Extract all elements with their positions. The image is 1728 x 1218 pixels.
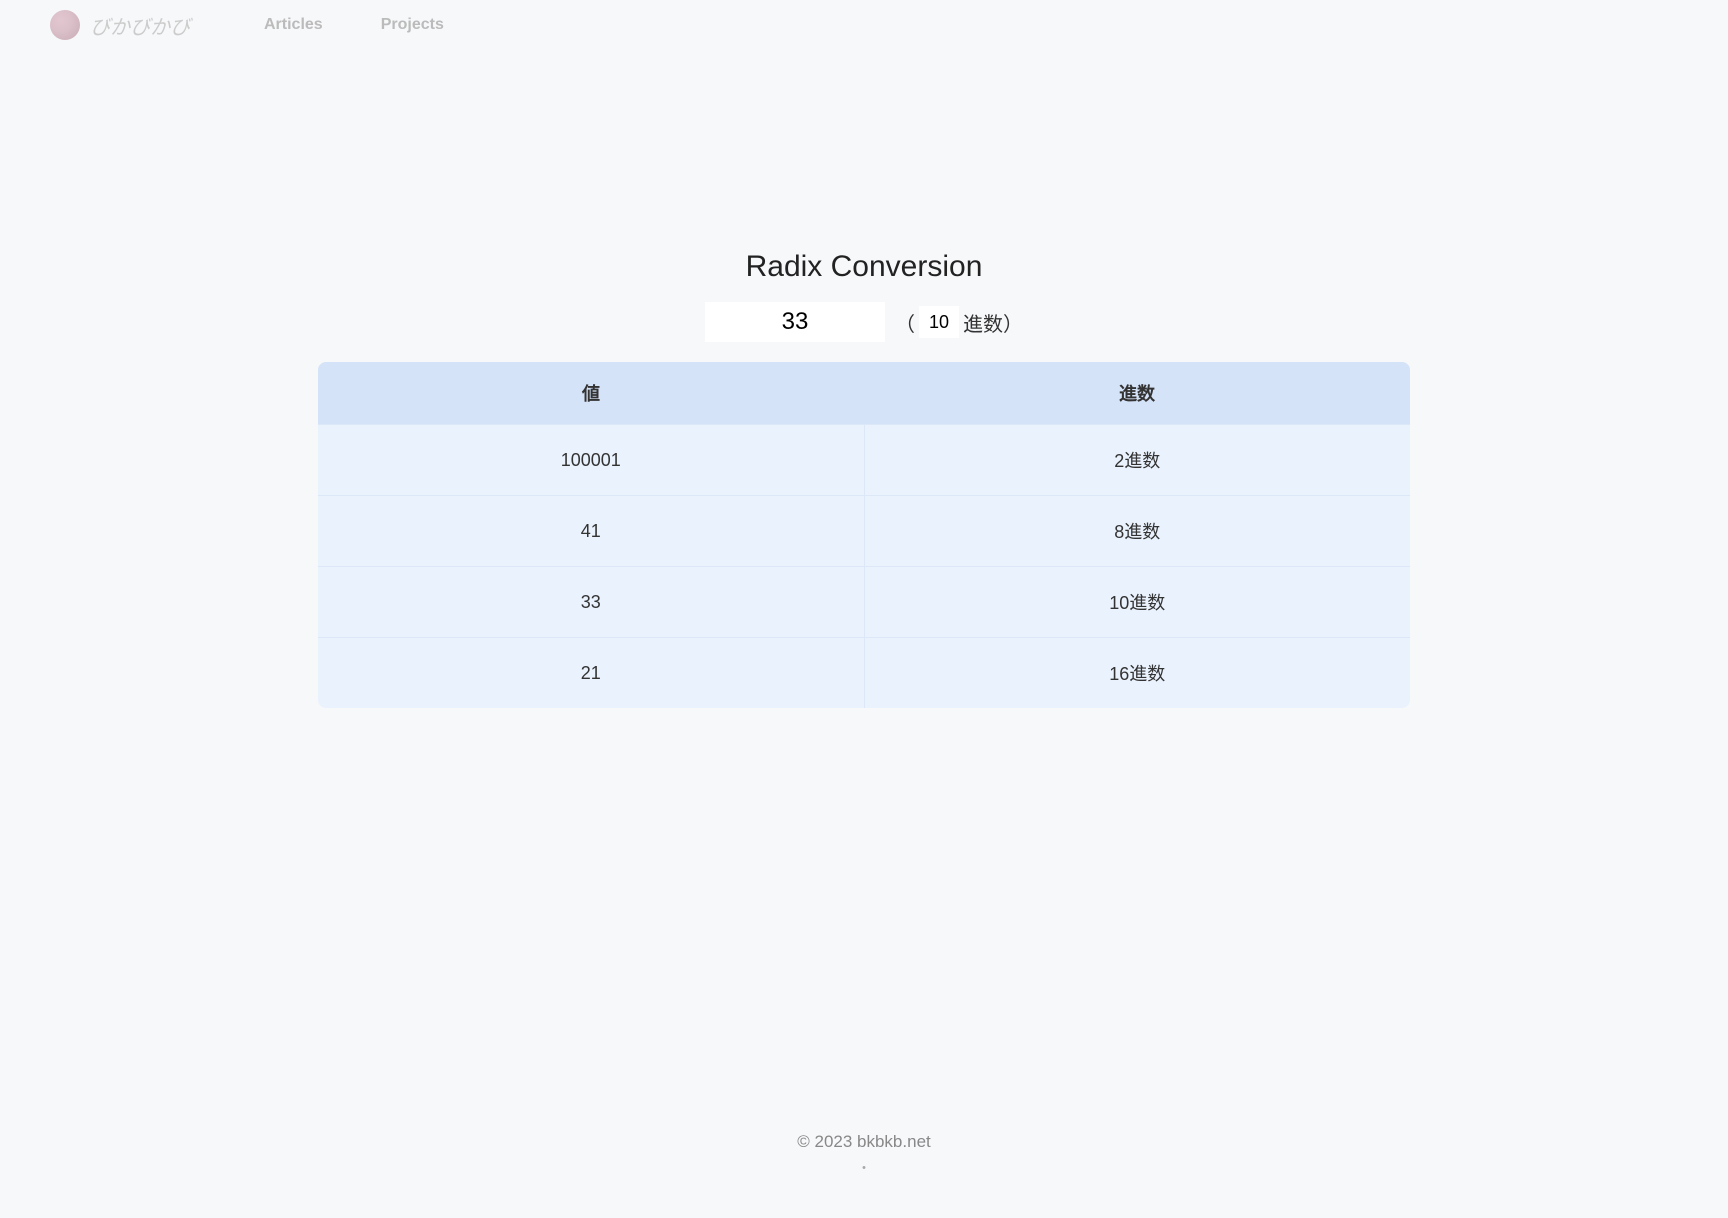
nav-link-projects[interactable]: Projects [381, 16, 444, 34]
cell-value: 41 [318, 496, 864, 567]
table-row: 33 10進数 [318, 567, 1410, 638]
cell-radix: 8進数 [864, 496, 1410, 567]
radix-label-group: （ 進数） [895, 306, 1023, 338]
radix-suffix: 進数） [963, 308, 1023, 337]
conversion-table: 値 進数 100001 2進数 41 8進数 33 10進数 21 16進数 [318, 362, 1410, 708]
site-title[interactable]: びかびかび [90, 11, 190, 40]
nav-link-articles[interactable]: Articles [264, 16, 323, 34]
cell-radix: 2進数 [864, 425, 1410, 496]
cell-radix: 10進数 [864, 567, 1410, 638]
table-row: 100001 2進数 [318, 425, 1410, 496]
cell-value: 21 [318, 638, 864, 709]
navbar: びかびかび Articles Projects [0, 0, 1728, 50]
table-header-row: 値 進数 [318, 362, 1410, 425]
footer: © 2023 bkbkb.net ・ [0, 1132, 1728, 1178]
logo-icon[interactable] [50, 10, 80, 40]
page-title: Radix Conversion [318, 250, 1410, 284]
input-row: （ 進数） [318, 302, 1410, 342]
th-radix: 進数 [864, 362, 1410, 425]
th-value: 値 [318, 362, 864, 425]
radix-input[interactable] [919, 306, 959, 338]
main-content: Radix Conversion （ 進数） 値 進数 100001 2進数 4… [318, 250, 1410, 708]
table-row: 21 16進数 [318, 638, 1410, 709]
copyright: © 2023 bkbkb.net [0, 1132, 1728, 1152]
paren-open: （ [895, 308, 915, 337]
value-input[interactable] [705, 302, 885, 342]
cell-value: 100001 [318, 425, 864, 496]
footer-dot: ・ [0, 1158, 1728, 1178]
table-row: 41 8進数 [318, 496, 1410, 567]
cell-radix: 16進数 [864, 638, 1410, 709]
cell-value: 33 [318, 567, 864, 638]
